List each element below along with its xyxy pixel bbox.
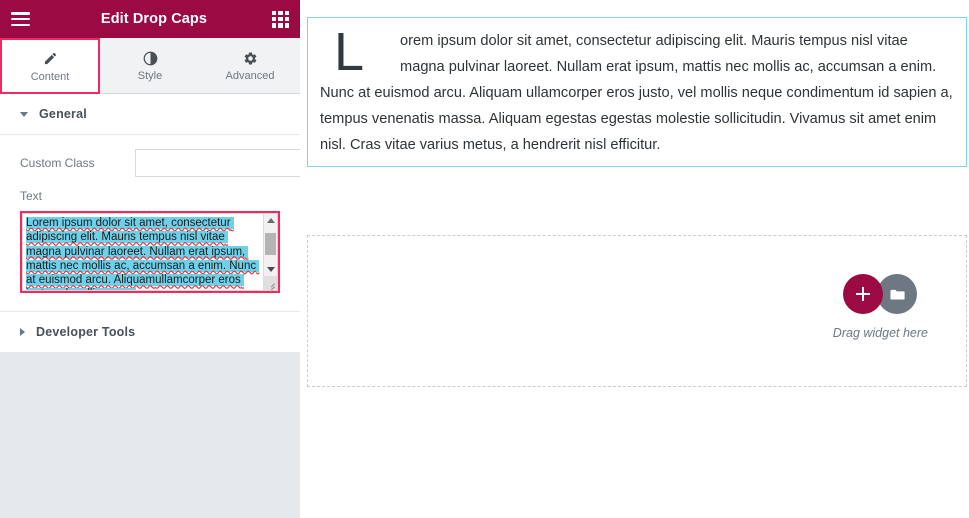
editor-panel: Edit Drop Caps Content Style Advanced Ge…	[0, 0, 316, 518]
widget-dropzone[interactable]: Drag widget here	[307, 235, 967, 387]
section-developer-tools-title: Developer Tools	[36, 325, 136, 339]
tab-style[interactable]: Style	[100, 38, 200, 94]
text-textarea-highlight: Lorem ipsum dolor sit amet, consectetur …	[20, 211, 280, 293]
panel-header: Edit Drop Caps	[0, 0, 300, 38]
scroll-down-arrow-icon[interactable]	[264, 263, 277, 276]
tab-content[interactable]: Content	[0, 38, 100, 94]
text-textarea[interactable]: Lorem ipsum dolor sit amet, consectetur …	[22, 213, 278, 291]
folder-icon[interactable]	[877, 274, 918, 314]
section-developer-tools-header[interactable]: Developer Tools	[0, 312, 300, 352]
textarea-scrollbar[interactable]	[263, 214, 277, 290]
panel-tabs: Content Style Advanced	[0, 38, 300, 94]
custom-class-row: Custom Class	[20, 149, 300, 177]
text-label: Text	[20, 189, 43, 203]
scrollbar-track[interactable]	[264, 227, 277, 263]
plus-icon[interactable]	[843, 274, 884, 314]
pencil-icon	[43, 50, 58, 68]
custom-class-input-wrap	[135, 149, 300, 177]
panel-body: General Custom Class Text Lorem ipsum do…	[0, 94, 300, 518]
dropzone-buttons	[843, 274, 918, 314]
scroll-up-arrow-icon[interactable]	[264, 214, 277, 227]
section-general-header[interactable]: General	[0, 94, 300, 134]
dropcaps-paragraph: Lorem ipsum dolor sit amet, consectetur …	[320, 22, 954, 158]
chevron-down-icon	[20, 111, 28, 117]
page-title: Edit Drop Caps	[100, 11, 208, 27]
tab-style-label: Style	[137, 70, 163, 82]
tab-advanced[interactable]: Advanced	[200, 38, 300, 94]
gear-icon	[243, 49, 258, 67]
chevron-right-icon	[20, 328, 25, 336]
text-editor-widget[interactable]: Lorem ipsum dolor sit amet, consectetur …	[307, 17, 967, 167]
custom-class-label: Custom Class	[20, 156, 95, 170]
section-general: General Custom Class Text Lorem ipsum do…	[0, 94, 300, 312]
contrast-icon	[143, 49, 158, 67]
preview-canvas: Lorem ipsum dolor sit amet, consectetur …	[300, 0, 969, 518]
section-developer-tools: Developer Tools	[0, 312, 300, 353]
section-general-title: General	[39, 107, 87, 121]
dropzone-inner: Drag widget here	[833, 274, 928, 340]
custom-class-input[interactable]	[135, 149, 300, 177]
text-textarea-content[interactable]: Lorem ipsum dolor sit amet, consectetur …	[23, 214, 263, 290]
text-control-row: Text Lorem ipsum dolor sit amet, consect…	[20, 189, 280, 293]
elementor-editor: Edit Drop Caps Content Style Advanced Ge…	[0, 0, 969, 518]
scrollbar-thumb[interactable]	[265, 233, 276, 255]
tab-advanced-label: Advanced	[225, 70, 275, 82]
dropcap-letter: L	[334, 22, 365, 82]
tab-content-label: Content	[30, 70, 70, 83]
paragraph-body: orem ipsum dolor sit amet, consectetur a…	[320, 33, 953, 153]
dropzone-caption: Drag widget here	[832, 326, 928, 340]
hamburger-icon[interactable]	[11, 12, 30, 26]
apps-grid-icon[interactable]	[271, 10, 289, 28]
general-controls: Custom Class Text Lorem ipsum dolor sit …	[0, 135, 300, 311]
resize-grip-icon[interactable]	[264, 276, 277, 290]
